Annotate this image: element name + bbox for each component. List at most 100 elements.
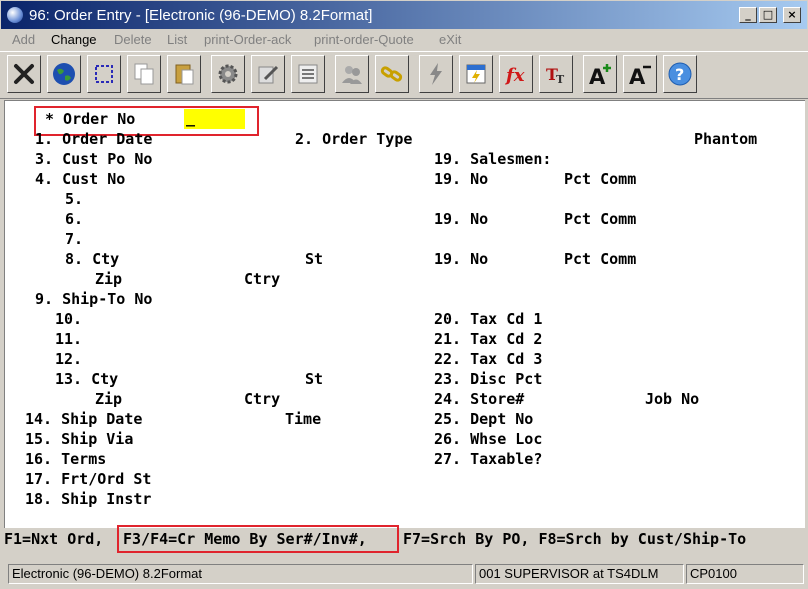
terminal-screen[interactable]: * Order No _ 1. Order Date 2. Order Type… (4, 100, 805, 530)
zip-label: Zip (95, 270, 123, 288)
font-smaller-button[interactable]: A (623, 55, 657, 93)
link-icon (380, 66, 403, 82)
svg-text:fx: fx (504, 65, 525, 86)
exit-button[interactable] (7, 55, 41, 93)
salesmen-label: 19. Salesmen: (434, 150, 552, 168)
help-button[interactable]: ? (663, 55, 697, 93)
function-key-bar: F1=Nxt Ord, F3/F4=Cr Memo By Ser#/Inv#, … (0, 525, 808, 553)
font-type-button[interactable]: TT (539, 55, 573, 93)
function-button[interactable]: fx (499, 55, 533, 93)
frt-ord-st-label: 17. Frt/Ord St (25, 470, 152, 488)
ship-to-no-label: 9. Ship-To No (35, 290, 153, 308)
toolbar: fx TT A A ? (0, 51, 808, 99)
ship-city-label: 13. Cty (55, 370, 119, 388)
line-11-label: 11. (55, 330, 83, 348)
whse-loc-label: 26. Whse Loc (434, 430, 543, 448)
list-icon (298, 64, 318, 84)
status-company: Electronic (96-DEMO) 8.2Format (8, 564, 473, 584)
settings-button[interactable] (211, 55, 245, 93)
edit-button[interactable] (251, 55, 285, 93)
paste-icon (175, 64, 194, 85)
salesman-3-no-label: 19. No (434, 250, 489, 268)
status-user: 001 SUPERVISOR at TS4DLM (475, 564, 684, 584)
job-no-label: Job No (645, 390, 700, 408)
minimize-button[interactable]: _ (739, 7, 757, 23)
copy-button[interactable] (127, 55, 161, 93)
menu-exit[interactable]: eXit (439, 32, 461, 47)
lightning-button[interactable] (419, 55, 453, 93)
title-bar: 96: Order Entry - [Electronic (96-DEMO) … (0, 0, 808, 30)
users-icon (342, 66, 362, 84)
f7-f8-key-hint[interactable]: F7=Srch By PO, F8=Srch by Cust/Ship-To (403, 530, 746, 548)
status-program: CP0100 (686, 564, 804, 584)
svg-text:T: T (556, 73, 565, 86)
status-bar: Electronic (96-DEMO) 8.2Format 001 SUPER… (0, 562, 808, 589)
help-icon: ? (668, 62, 692, 86)
window-title: 96: Order Entry - [Electronic (96-DEMO) … (29, 7, 373, 24)
select-button[interactable] (87, 55, 121, 93)
line-6-label: 6. (65, 210, 84, 228)
users-button[interactable] (335, 55, 369, 93)
salesman-2-pct-label: Pct Comm (564, 210, 637, 228)
maximize-button[interactable]: □ (759, 7, 777, 23)
order-date-label: 1. Order Date (35, 130, 153, 148)
cust-no-label: 4. Cust No (35, 170, 126, 188)
function-icon: fx (504, 65, 525, 86)
list-button[interactable] (291, 55, 325, 93)
salesman-3-pct-label: Pct Comm (564, 250, 637, 268)
close-button[interactable]: × (783, 7, 801, 23)
ship-country-label: Ctry (244, 390, 281, 408)
salesman-1-pct-label: Pct Comm (564, 170, 637, 188)
salesman-1-no-label: 19. No (434, 170, 489, 188)
line-10-label: 10. (55, 310, 83, 328)
order-no-label: * Order No (45, 110, 136, 128)
menu-print-order-quote[interactable]: print-order-Quote (314, 32, 414, 47)
order-no-input[interactable]: _ (184, 109, 245, 129)
menu-change[interactable]: Change (51, 32, 97, 47)
lightning-icon (430, 63, 442, 85)
country-label: Ctry (244, 270, 281, 288)
font-type-icon: TT (546, 65, 565, 86)
dept-no-label: 25. Dept No (434, 410, 534, 428)
copy-icon (134, 63, 154, 85)
paste-button[interactable] (167, 55, 201, 93)
f1-key-hint[interactable]: F1=Nxt Ord, (4, 530, 103, 548)
f3-f4-key-hint[interactable]: F3/F4=Cr Memo By Ser#/Inv#, (123, 530, 367, 548)
calendar-button[interactable] (459, 55, 493, 93)
ship-date-label: 14. Ship Date (25, 410, 143, 428)
salesman-2-no-label: 19. No (434, 210, 489, 228)
globe-icon (53, 63, 75, 85)
city-label: 8. Cty (65, 250, 120, 268)
ship-instr-label: 18. Ship Instr (25, 490, 152, 508)
font-smaller-icon: A (629, 65, 651, 87)
globe-button[interactable] (47, 55, 81, 93)
order-type-label: 2. Order Type (295, 130, 413, 148)
svg-text:?: ? (675, 65, 684, 84)
time-label: Time (285, 410, 322, 428)
line-12-label: 12. (55, 350, 83, 368)
store-label: 24. Store# (434, 390, 525, 408)
state-label: St (305, 250, 324, 268)
ship-via-label: 15. Ship Via (25, 430, 134, 448)
calendar-icon (466, 64, 486, 84)
ship-zip-label: Zip (95, 390, 123, 408)
edit-icon (258, 65, 279, 84)
line-5-label: 5. (65, 190, 84, 208)
font-larger-button[interactable]: A (583, 55, 617, 93)
terms-label: 16. Terms (25, 450, 107, 468)
app-icon[interactable] (7, 7, 23, 23)
menu-add[interactable]: Add (12, 32, 35, 47)
select-icon (95, 65, 113, 83)
tax-cd-3-label: 22. Tax Cd 3 (434, 350, 543, 368)
menu-delete[interactable]: Delete (114, 32, 152, 47)
menu-print-order-ack[interactable]: print-Order-ack (204, 32, 291, 47)
tax-cd-2-label: 21. Tax Cd 2 (434, 330, 543, 348)
cust-po-label: 3. Cust Po No (35, 150, 153, 168)
link-button[interactable] (375, 55, 409, 93)
exit-icon (14, 64, 34, 84)
tax-cd-1-label: 20. Tax Cd 1 (434, 310, 543, 328)
menu-bar: Add Change Delete List print-Order-ack p… (0, 30, 808, 50)
menu-list[interactable]: List (167, 32, 187, 47)
disc-pct-label: 23. Disc Pct (434, 370, 543, 388)
line-7-label: 7. (65, 230, 84, 248)
